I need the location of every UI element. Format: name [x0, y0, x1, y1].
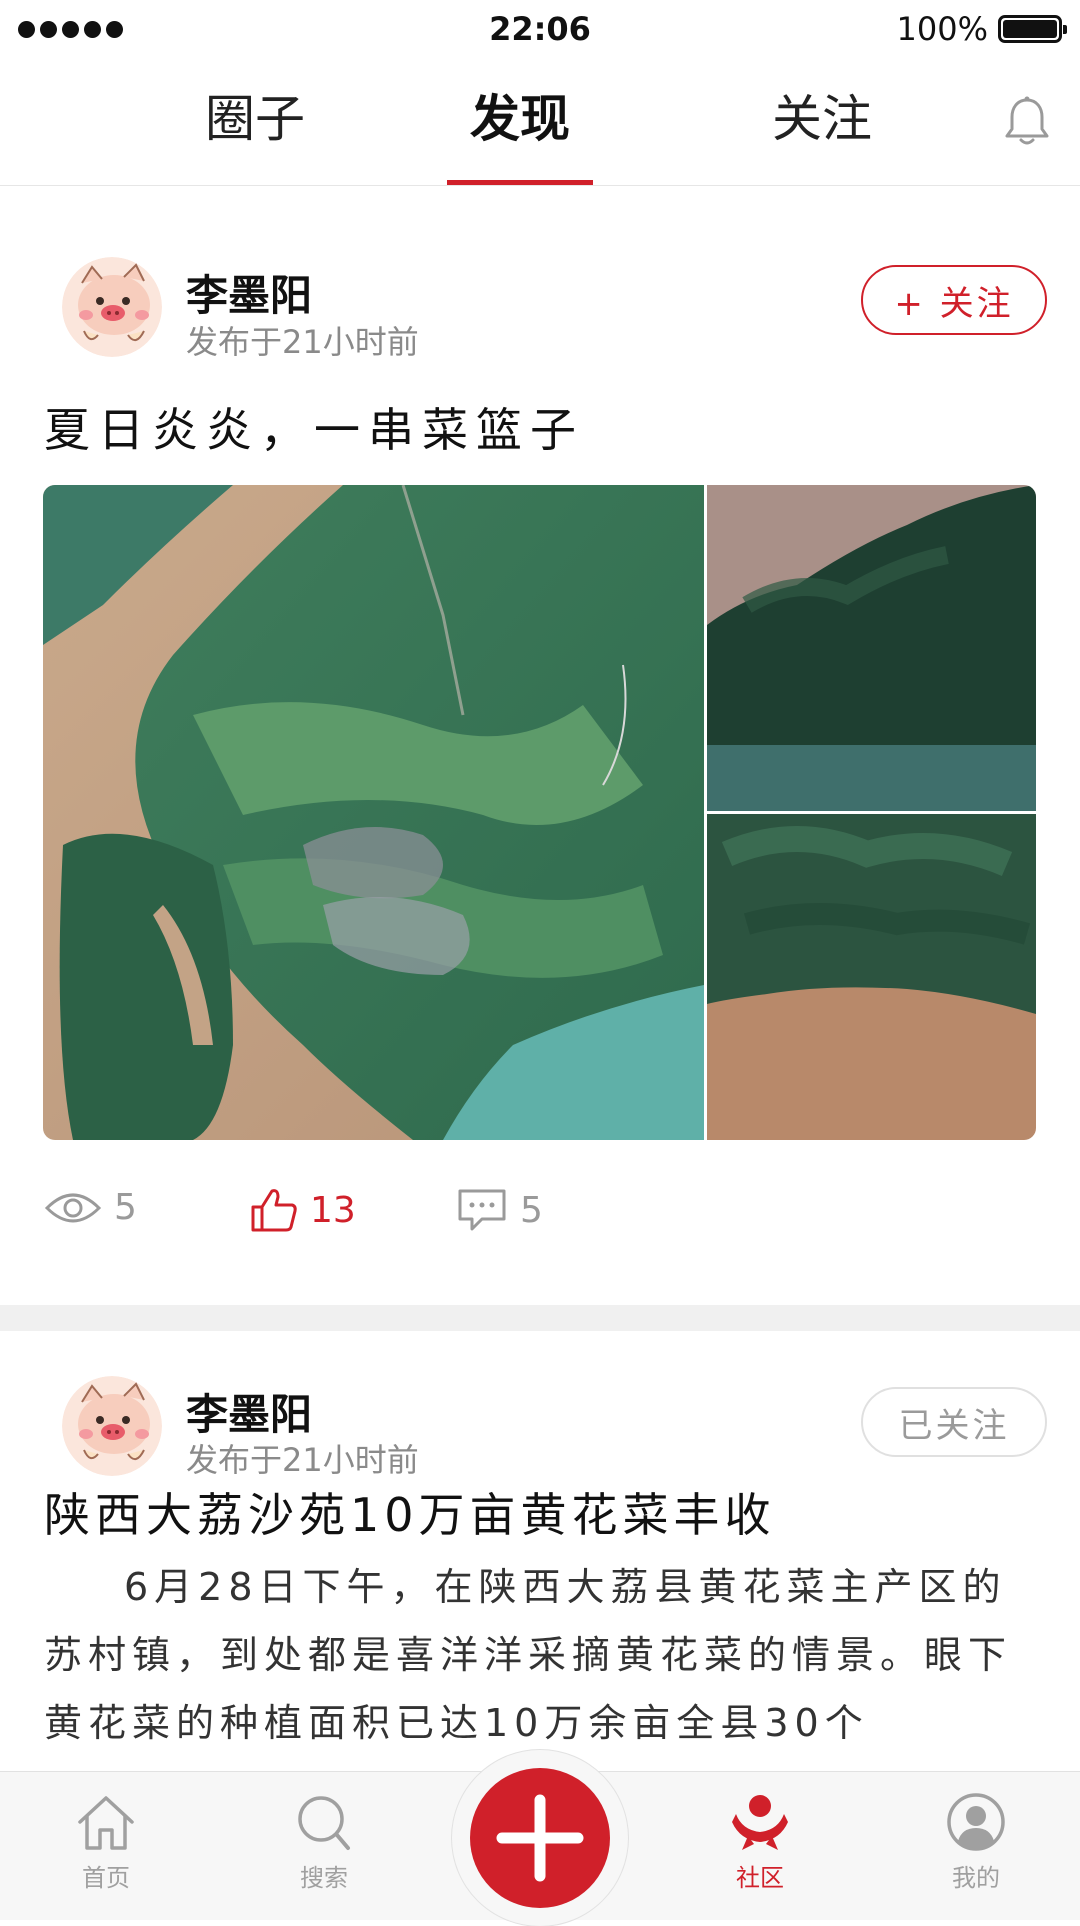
- signal-icon: [18, 20, 123, 38]
- post-image-grid[interactable]: [43, 485, 1036, 1140]
- post-card[interactable]: 李墨阳 发布于21小时前 + 关注 夏日炎炎，一串菜篮子 5 13 5: [0, 187, 1080, 1305]
- home-icon: [78, 1796, 134, 1850]
- post-title[interactable]: 陕西大荔沙苑10万亩黄花菜丰收: [44, 1479, 776, 1545]
- post-time: 发布于21小时前: [186, 1441, 419, 1479]
- nav-home-label: 首页: [82, 1864, 130, 1892]
- nav-search[interactable]: 搜索: [264, 1792, 384, 1893]
- battery-icon: [998, 15, 1067, 43]
- battery-percent: 100%: [896, 10, 988, 48]
- community-icon: [732, 1795, 788, 1850]
- post-card[interactable]: 李墨阳 发布于21小时前 已关注 陕西大荔沙苑10万亩黄花菜丰收 6月28日下午…: [0, 1331, 1080, 1771]
- likes-count: 13: [310, 1189, 356, 1231]
- comments-stat[interactable]: 5: [456, 1187, 543, 1233]
- likes-stat[interactable]: 13: [250, 1187, 356, 1233]
- avatar[interactable]: [62, 257, 162, 357]
- followed-button[interactable]: 已关注: [861, 1387, 1047, 1457]
- plus-icon: [496, 1794, 584, 1882]
- tab-circles[interactable]: 圈子: [205, 94, 305, 144]
- active-tab-indicator: [447, 180, 593, 185]
- tab-following[interactable]: 关注: [772, 94, 872, 144]
- views-stat: 5: [44, 1187, 137, 1228]
- author-name[interactable]: 李墨阳: [186, 262, 312, 323]
- comment-icon[interactable]: [456, 1187, 508, 1233]
- nav-search-label: 搜索: [300, 1864, 348, 1892]
- nav-home[interactable]: 首页: [46, 1792, 166, 1893]
- comments-count: 5: [520, 1189, 543, 1231]
- search-icon: [298, 1796, 350, 1850]
- nav-community[interactable]: 社区: [700, 1792, 820, 1893]
- post-image-side-bottom[interactable]: [707, 814, 1036, 1140]
- nav-profile-label: 我的: [952, 1864, 1000, 1892]
- top-tab-bar: 圈子 发现 关注: [0, 58, 1080, 186]
- post-separator: [0, 1305, 1080, 1331]
- nav-profile[interactable]: 我的: [916, 1792, 1036, 1893]
- profile-icon: [947, 1793, 1005, 1851]
- post-body[interactable]: 6月28日下午，在陕西大荔县黄花菜主产区的苏村镇，到处都是喜洋洋采摘黄花菜的情景…: [44, 1553, 1036, 1757]
- eye-icon: [44, 1193, 102, 1222]
- follow-button[interactable]: + 关注: [861, 265, 1047, 335]
- author-name[interactable]: 李墨阳: [186, 1381, 312, 1442]
- notification-bell-icon[interactable]: [1002, 96, 1052, 148]
- post-image-main[interactable]: [43, 485, 704, 1140]
- post-stats: 5 13 5: [0, 1187, 1080, 1247]
- status-bar: 22:06 100%: [0, 0, 1080, 58]
- views-count: 5: [114, 1187, 137, 1228]
- post-title[interactable]: 夏日炎炎，一串菜篮子: [44, 394, 584, 460]
- tab-discover[interactable]: 发现: [470, 94, 570, 144]
- avatar[interactable]: [62, 1376, 162, 1476]
- nav-community-label: 社区: [736, 1864, 784, 1892]
- thumbs-up-icon[interactable]: [250, 1187, 298, 1233]
- publish-button[interactable]: [452, 1750, 628, 1926]
- post-time: 发布于21小时前: [186, 323, 419, 361]
- post-image-side-top[interactable]: [707, 485, 1036, 811]
